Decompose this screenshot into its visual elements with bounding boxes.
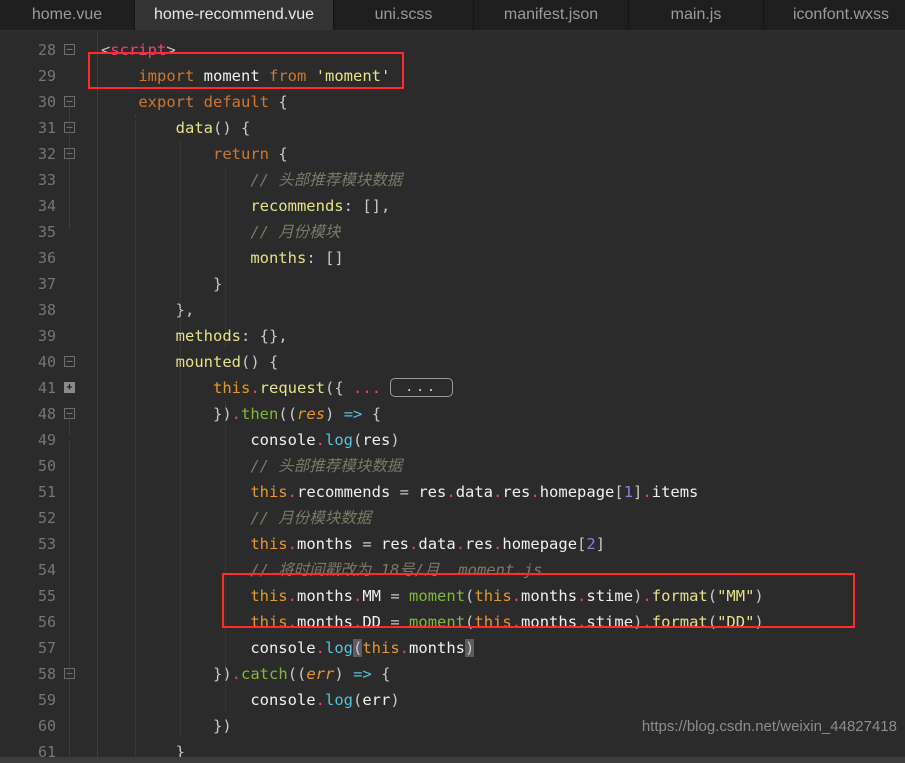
- code-text: // 将时间戳改为 18号/月 moment.js: [250, 561, 543, 579]
- indent-guide-line: [225, 401, 227, 711]
- code-text: this.months.MM = moment(this.months.stim…: [250, 587, 764, 605]
- line-number: 28: [37, 41, 56, 59]
- code-text: recommends: [],: [250, 197, 391, 215]
- fold-guide-line: [69, 103, 70, 229]
- line-number: 53: [37, 535, 56, 553]
- code-text: data() {: [175, 119, 251, 137]
- line-number: 54: [37, 561, 56, 579]
- code-text: months: []: [250, 249, 344, 267]
- tab-main-js[interactable]: main.js: [629, 0, 764, 30]
- fold-collapse-icon[interactable]: –: [64, 356, 75, 367]
- line-number: 34: [37, 197, 56, 215]
- line-number: 50: [37, 457, 56, 475]
- indent-guide-line: [135, 115, 137, 763]
- code-text: // 头部推荐模块数据: [250, 171, 403, 189]
- line-number: 35: [37, 223, 56, 241]
- code-text: this.request({ ... ...: [101, 375, 453, 401]
- code-editor[interactable]: 28– <script> 29 import moment from 'moment…: [0, 31, 905, 763]
- fold-guide-line: [69, 441, 70, 763]
- collapsed-region-widget[interactable]: ...: [390, 378, 453, 397]
- line-number: 38: [37, 301, 56, 319]
- line-number: 41: [37, 379, 56, 397]
- code-text: this.months.DD = moment(this.months.stim…: [250, 613, 764, 631]
- code-line[interactable]: 29 import moment from 'moment': [0, 63, 905, 89]
- code-text: export default {: [138, 93, 288, 111]
- code-text: <script>: [101, 41, 176, 59]
- line-number: 39: [37, 327, 56, 345]
- line-number: 57: [37, 639, 56, 657]
- line-number: 59: [37, 691, 56, 709]
- line-number: 51: [37, 483, 56, 501]
- line-number: 58: [37, 665, 56, 683]
- line-number: 32: [37, 145, 56, 163]
- tab-manifest-json[interactable]: manifest.json: [474, 0, 629, 30]
- indent-guide-line: [180, 141, 182, 737]
- code-text: this.months = res.data.res.homepage[2]: [250, 535, 606, 553]
- tab-home-vue[interactable]: home.vue: [0, 0, 135, 30]
- code-text: // 头部推荐模块数据: [250, 457, 403, 475]
- line-number: 30: [37, 93, 56, 111]
- line-number: 56: [37, 613, 56, 631]
- line-number: 55: [37, 587, 56, 605]
- line-number: 48: [37, 405, 56, 423]
- fold-guide-line: [69, 415, 70, 435]
- line-number: 33: [37, 171, 56, 189]
- code-text: }).then((res) => {: [212, 405, 382, 423]
- code-text: // 月份模块数据: [250, 509, 372, 527]
- fold-expand-icon[interactable]: +: [64, 382, 75, 393]
- tab-iconfont-wxss[interactable]: iconfont.wxss: [764, 0, 905, 30]
- watermark-text: https://blog.csdn.net/weixin_44827418: [641, 718, 897, 735]
- code-text: return {: [212, 145, 288, 163]
- tab-uni-scss[interactable]: uni.scss: [334, 0, 474, 30]
- code-text: }): [212, 717, 232, 735]
- line-number: 29: [37, 67, 56, 85]
- status-bar: [0, 757, 905, 763]
- indent-guide-line: [225, 167, 227, 349]
- line-number: 31: [37, 119, 56, 137]
- code-line[interactable]: 28– <script>: [0, 37, 905, 63]
- editor-tab-bar: home.vue home-recommend.vue uni.scss manife…: [0, 0, 905, 31]
- line-number: 40: [37, 353, 56, 371]
- code-text: mounted() {: [175, 353, 279, 371]
- code-text: methods: {},: [175, 327, 288, 345]
- code-text: import moment from 'moment': [138, 67, 391, 85]
- code-text: }: [212, 275, 223, 293]
- line-number: 52: [37, 509, 56, 527]
- fold-collapse-icon[interactable]: –: [64, 44, 75, 55]
- line-number: 36: [37, 249, 56, 267]
- code-text: }).catch((err) => {: [212, 665, 391, 683]
- line-number: 60: [37, 717, 56, 735]
- code-text: console.log(res): [250, 431, 400, 449]
- line-number: 37: [37, 275, 56, 293]
- tab-home-recommend-vue[interactable]: home-recommend.vue: [135, 0, 334, 30]
- line-number: 49: [37, 431, 56, 449]
- code-line[interactable]: 30– export default {: [0, 89, 905, 115]
- code-text: console.log(this.months): [250, 639, 475, 657]
- code-text: this.recommends = res.data.res.homepage[…: [250, 483, 699, 501]
- code-text: console.log(err): [250, 691, 400, 709]
